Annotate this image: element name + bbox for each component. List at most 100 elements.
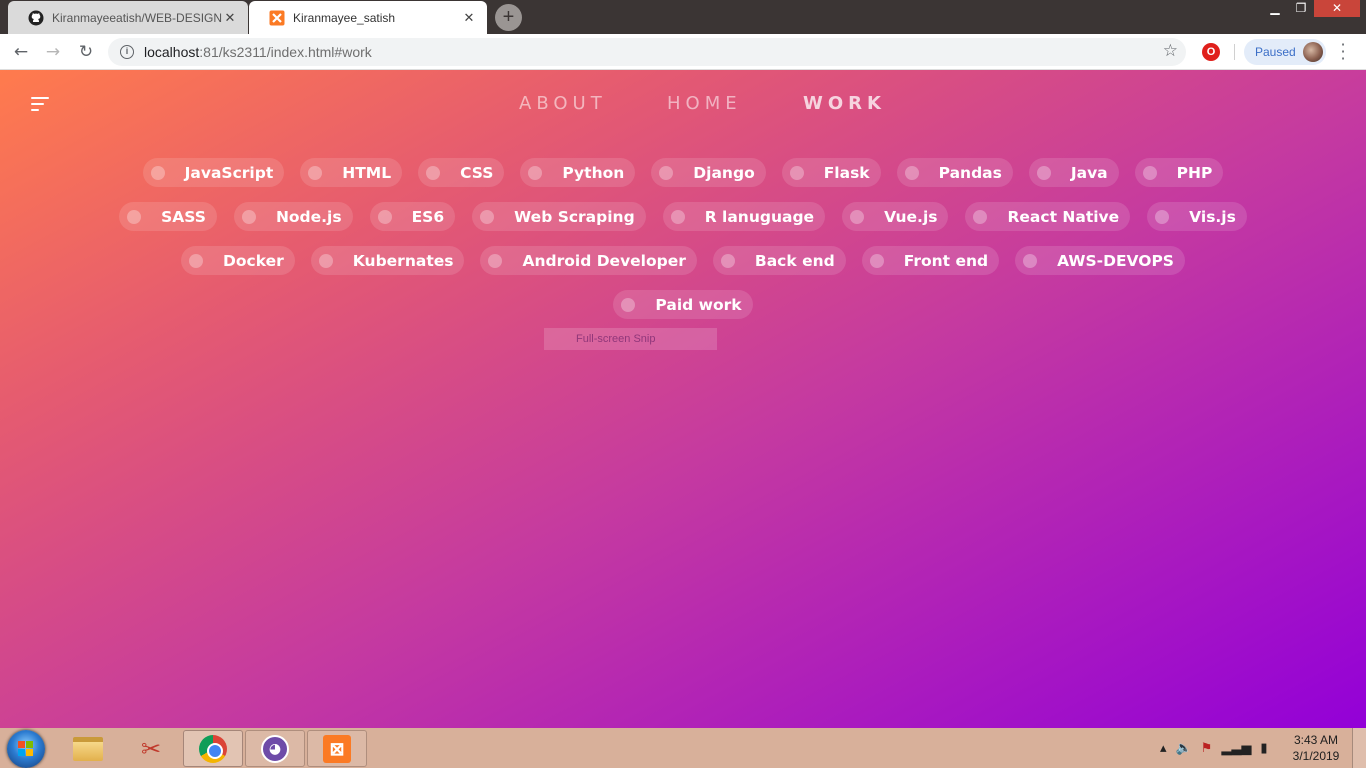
bullet-dot-icon <box>973 209 988 224</box>
bullet-dot-icon <box>318 253 333 268</box>
github-cat-icon: ◕ <box>261 734 289 763</box>
skill-tag[interactable]: Flask <box>781 158 881 187</box>
skill-tag[interactable]: Vis.js <box>1147 202 1247 231</box>
bullet-dot-icon <box>308 165 323 180</box>
bullet-dot-icon <box>1023 253 1038 268</box>
tab-title: Kiranmayeeatish/WEB-DESIGNIN <box>52 10 222 25</box>
skill-tag[interactable]: Vue.js <box>842 202 949 231</box>
nav-home-link[interactable]: HOME <box>667 93 742 114</box>
skill-tag[interactable]: PHP <box>1134 158 1224 187</box>
browser-toolbar: ← → ↻ i localhost :81/ks2311/index.html#… <box>0 34 1366 70</box>
nav-about-link[interactable]: ABOUT <box>519 93 607 114</box>
tag-row: Docker Kubernates Android Developer Back… <box>0 246 1366 275</box>
tag-row: JavaScript HTML CSS Python Django Flask … <box>0 158 1366 187</box>
skill-tag[interactable]: SASS <box>119 202 217 231</box>
back-arrow-icon[interactable]: ← <box>9 40 33 64</box>
skill-tag[interactable]: AWS-DEVOPS <box>1015 246 1185 275</box>
skill-tag[interactable]: R lanuguage <box>662 202 826 231</box>
github-icon <box>28 10 44 26</box>
skill-tag[interactable]: Pandas <box>896 158 1013 187</box>
close-tab-icon[interactable]: ✕ <box>461 10 477 26</box>
tab-title: Kiranmayee_satish <box>293 10 396 25</box>
skill-tag-label: Pandas <box>938 163 1002 182</box>
extension-icon[interactable]: O <box>1202 43 1220 61</box>
taskbar-snipping-tool[interactable]: ✂ <box>121 730 181 767</box>
skill-tag[interactable]: Node.js <box>233 202 353 231</box>
system-tray: ▴ 🔈 ⚑ ▂▃▅ ▮ <box>1160 728 1268 768</box>
skill-tag-label: ES6 <box>411 207 445 226</box>
clock-date: 3/1/2019 <box>1292 749 1340 763</box>
skill-tag[interactable]: JavaScript <box>142 158 285 187</box>
volume-icon[interactable]: 🔈 <box>1176 741 1192 756</box>
skill-tag-label: Paid work <box>655 295 742 314</box>
skill-tag-label: Django <box>693 163 755 182</box>
info-icon[interactable]: i <box>120 45 134 59</box>
start-button[interactable] <box>7 730 45 768</box>
skill-tag[interactable]: React Native <box>965 202 1131 231</box>
skill-tag-label: Flask <box>823 163 870 182</box>
taskbar-chrome[interactable] <box>183 730 243 767</box>
skill-tag[interactable]: Django <box>651 158 766 187</box>
maximize-button[interactable]: ❐ <box>1288 0 1314 17</box>
taskbar-xampp[interactable]: ⊠ <box>307 730 367 767</box>
browser-tab-strip: Kiranmayeeatish/WEB-DESIGNIN ✕ Kiranmaye… <box>0 0 1366 34</box>
show-desktop-button[interactable] <box>1352 728 1366 768</box>
tab-kiranmayee[interactable]: Kiranmayee_satish ✕ <box>249 1 487 34</box>
skill-tag[interactable]: Back end <box>712 246 846 275</box>
taskbar-clock[interactable]: 3:43 AM 3/1/2019 <box>1286 732 1346 764</box>
power-icon[interactable]: ▮ <box>1260 741 1267 756</box>
bullet-dot-icon <box>480 209 495 224</box>
windows-logo-icon <box>18 741 34 757</box>
address-bar[interactable]: i localhost :81/ks2311/index.html#work ☆ <box>108 38 1186 66</box>
new-tab-button[interactable]: + <box>495 4 522 31</box>
skill-tag[interactable]: Kubernates <box>310 246 465 275</box>
close-tab-icon[interactable]: ✕ <box>222 10 238 26</box>
profile-button[interactable]: Paused <box>1244 39 1326 65</box>
close-window-button[interactable]: ✕ <box>1314 0 1360 17</box>
profile-status: Paused <box>1255 45 1296 59</box>
skill-tag[interactable]: Android Developer <box>480 246 697 275</box>
skill-tag[interactable]: HTML <box>300 158 403 187</box>
skill-tag[interactable]: CSS <box>418 158 505 187</box>
bullet-dot-icon <box>670 209 685 224</box>
skill-tag[interactable]: Web Scraping <box>472 202 646 231</box>
clock-time: 3:43 AM <box>1293 733 1339 747</box>
bullet-dot-icon <box>869 253 884 268</box>
bullet-dot-icon <box>528 165 543 180</box>
windows-taskbar: ✂ ◕ ⊠ ▴ 🔈 ⚑ ▂▃▅ ▮ 3:43 AM 3/1/2019 <box>0 728 1366 768</box>
tab-github[interactable]: Kiranmayeeatish/WEB-DESIGNIN ✕ <box>8 1 248 34</box>
skill-tag-label: Vis.js <box>1189 207 1236 226</box>
network-signal-icon[interactable]: ▂▃▅ <box>1221 741 1251 756</box>
action-center-flag-icon[interactable]: ⚑ <box>1201 741 1213 756</box>
skill-tag-label: Node.js <box>275 207 342 226</box>
show-hidden-icons-icon[interactable]: ▴ <box>1160 741 1167 756</box>
snip-tooltip: Full-screen Snip <box>544 328 717 350</box>
skill-tag[interactable]: Python <box>520 158 636 187</box>
bullet-dot-icon <box>127 209 142 224</box>
taskbar-explorer[interactable] <box>58 730 118 767</box>
skill-tag[interactable]: Docker <box>181 246 295 275</box>
skill-tag[interactable]: Front end <box>861 246 1000 275</box>
bullet-dot-icon <box>1155 209 1170 224</box>
skill-tag-label: Back end <box>754 251 835 270</box>
skill-tag-label: Front end <box>903 251 989 270</box>
bullet-dot-icon <box>150 165 165 180</box>
skill-tag-label: JavaScript <box>184 163 274 182</box>
nav-work-link[interactable]: WORK <box>803 93 886 114</box>
minimize-button[interactable]: ▁ <box>1262 0 1288 17</box>
skill-tag[interactable]: ES6 <box>369 202 456 231</box>
url-path: :81/ks2311/index.html#work <box>199 44 372 60</box>
bullet-dot-icon <box>659 165 674 180</box>
skill-tag-label: Vue.js <box>884 207 938 226</box>
taskbar-github-desktop[interactable]: ◕ <box>245 730 305 767</box>
reload-icon[interactable]: ↻ <box>74 40 98 64</box>
forward-arrow-icon[interactable]: → <box>41 40 65 64</box>
bookmark-star-icon[interactable]: ☆ <box>1163 41 1178 61</box>
scissors-icon: ✂ <box>140 734 162 763</box>
more-menu-icon[interactable]: · · · <box>1338 37 1348 67</box>
skill-tag[interactable]: Paid work <box>613 290 753 319</box>
skill-tag[interactable]: Java <box>1028 158 1119 187</box>
skill-tag-label: AWS-DEVOPS <box>1057 251 1174 270</box>
bullet-dot-icon <box>241 209 256 224</box>
bullet-dot-icon <box>488 253 503 268</box>
